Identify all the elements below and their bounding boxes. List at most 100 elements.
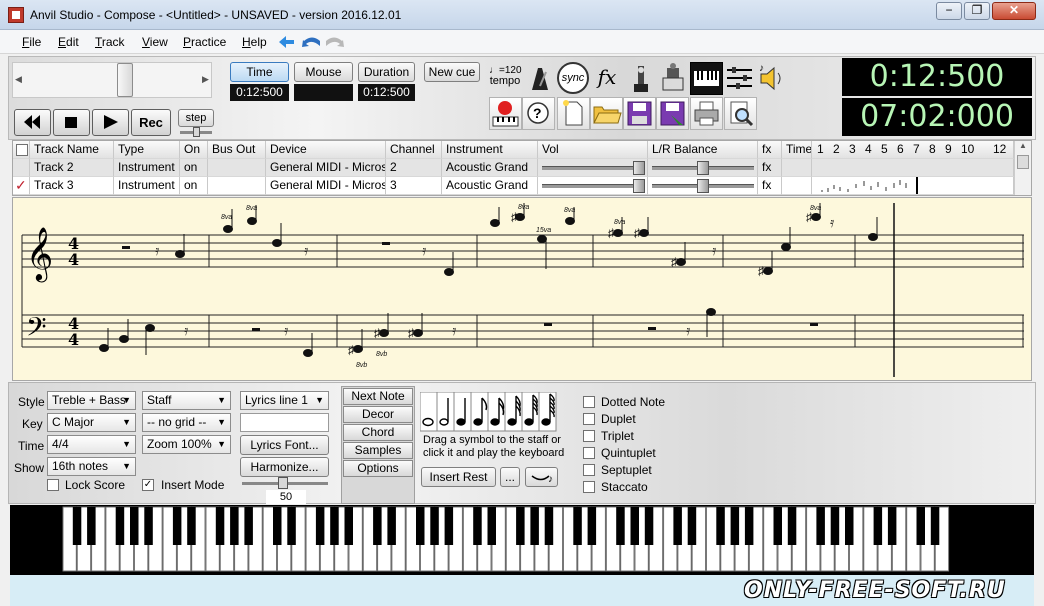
- black-key[interactable]: [115, 507, 125, 545]
- col-vol[interactable]: Vol: [538, 141, 648, 159]
- music-staff[interactable]: 𝄞 𝄢 4 4 4 4 𝄿 𝄿 𝄿 𝄿 𝄿 ♯♯ ♯ ♯♯♯ ♯♯ ♯ 8va …: [12, 197, 1032, 381]
- time-signature-select[interactable]: 4/4 ▼: [47, 435, 136, 454]
- scroll-left-icon[interactable]: ◀: [15, 74, 22, 85]
- dotted-note-checkbox[interactable]: [583, 396, 595, 408]
- black-key[interactable]: [845, 507, 854, 545]
- decor-tab[interactable]: Decor: [343, 406, 413, 423]
- volume-slider-knob[interactable]: [633, 179, 645, 193]
- black-key[interactable]: [430, 507, 439, 545]
- black-key[interactable]: [916, 507, 926, 545]
- insert-rest-button[interactable]: Insert Rest: [421, 467, 496, 487]
- black-key[interactable]: [187, 507, 196, 545]
- time-button[interactable]: Time: [230, 62, 289, 82]
- balance-slider-knob[interactable]: [697, 179, 709, 193]
- grid-select[interactable]: -- no grid -- ▼: [142, 413, 231, 432]
- black-key[interactable]: [130, 507, 139, 545]
- quintuplet-checkbox[interactable]: [583, 447, 595, 459]
- sliders-button[interactable]: [723, 62, 756, 95]
- keyboard-button[interactable]: [690, 62, 723, 95]
- minimize-button[interactable]: −: [936, 2, 962, 20]
- select-all-checkbox[interactable]: [16, 144, 28, 156]
- track-type-cell[interactable]: Instrument: [114, 177, 180, 195]
- black-key[interactable]: [87, 507, 96, 545]
- col-type[interactable]: Type: [114, 141, 180, 159]
- track-bus-cell[interactable]: [208, 159, 266, 177]
- sync-button[interactable]: sync: [557, 62, 589, 94]
- note-symbols[interactable]: [419, 391, 560, 432]
- black-key[interactable]: [730, 507, 740, 545]
- black-key[interactable]: [387, 507, 396, 545]
- track-volume-cell[interactable]: [538, 159, 648, 177]
- step-slider-knob[interactable]: [193, 127, 200, 137]
- undo-icon[interactable]: [302, 37, 320, 48]
- select-all-checkbox-cell[interactable]: [13, 141, 30, 159]
- band-button[interactable]: [657, 62, 690, 95]
- black-key[interactable]: [544, 507, 554, 545]
- fx-button[interactable]: fx: [592, 62, 622, 94]
- black-key[interactable]: [816, 507, 825, 545]
- col-time[interactable]: Time: [782, 141, 812, 159]
- track-device-cell[interactable]: General MIDI - Microso: [266, 177, 386, 195]
- track-bus-cell[interactable]: [208, 177, 266, 195]
- chord-tab[interactable]: Chord: [343, 424, 413, 441]
- time-ruler[interactable]: 1 2 3 4 5 6 7 8 9 10 12: [812, 141, 1014, 159]
- track-instrument-cell[interactable]: Acoustic Grand: [442, 159, 538, 177]
- black-key[interactable]: [687, 507, 697, 545]
- black-key[interactable]: [444, 507, 454, 545]
- style-select[interactable]: Treble + Bass ▼: [47, 391, 136, 410]
- volume-slider[interactable]: [542, 166, 644, 170]
- new-cue-button[interactable]: New cue: [424, 62, 480, 82]
- black-key[interactable]: [487, 507, 497, 545]
- rewind-button[interactable]: [14, 109, 51, 136]
- track-scroll-thumb[interactable]: [1017, 155, 1029, 169]
- more-rests-button[interactable]: ...: [500, 467, 520, 487]
- open-folder-button[interactable]: [590, 97, 623, 130]
- next-note-tab[interactable]: Next Note: [343, 388, 413, 405]
- mouse-button[interactable]: Mouse: [294, 62, 353, 82]
- staccato-checkbox[interactable]: [583, 481, 595, 493]
- track-on-cell[interactable]: on: [180, 177, 208, 195]
- help-button[interactable]: ?: [522, 97, 555, 130]
- black-key[interactable]: [230, 507, 239, 545]
- col-on[interactable]: On: [180, 141, 208, 159]
- menu-help[interactable]: Help: [242, 35, 267, 49]
- black-key[interactable]: [787, 507, 797, 545]
- lyrics-line-select[interactable]: Lyrics line 1 ▼: [240, 391, 329, 410]
- black-key[interactable]: [744, 507, 754, 545]
- black-key[interactable]: [172, 507, 182, 545]
- black-key[interactable]: [416, 507, 425, 545]
- volume-slider-knob[interactable]: [633, 161, 645, 175]
- black-key[interactable]: [144, 507, 153, 545]
- black-key[interactable]: [315, 507, 325, 545]
- black-key[interactable]: [72, 507, 82, 545]
- black-key[interactable]: [244, 507, 253, 545]
- piano-keyboard[interactable]: [10, 505, 1034, 575]
- col-channel[interactable]: Channel: [386, 141, 442, 159]
- track-on-cell[interactable]: on: [180, 159, 208, 177]
- track-balance-cell[interactable]: [648, 159, 758, 177]
- key-select[interactable]: C Major ▼: [47, 413, 136, 432]
- track-type-cell[interactable]: Instrument: [114, 159, 180, 177]
- harmonize-button[interactable]: Harmonize...: [240, 457, 329, 477]
- menu-track[interactable]: Track: [95, 35, 125, 49]
- track-fx-cell[interactable]: fx: [758, 159, 782, 177]
- save-as-button[interactable]: [656, 97, 689, 130]
- track-name-cell[interactable]: Track 2: [30, 159, 114, 177]
- track-list-scrollbar[interactable]: ▲: [1014, 141, 1031, 195]
- scroll-right-icon[interactable]: ▶: [202, 74, 209, 85]
- lyrics-input[interactable]: [240, 413, 329, 432]
- black-key[interactable]: [287, 507, 296, 545]
- step-button[interactable]: step: [178, 109, 214, 127]
- redo-icon[interactable]: [326, 37, 344, 48]
- col-fx[interactable]: fx: [758, 141, 782, 159]
- scroll-thumb[interactable]: [117, 63, 133, 97]
- menu-view[interactable]: View: [142, 35, 168, 49]
- menu-file[interactable]: File: [22, 35, 41, 49]
- balance-slider-knob[interactable]: [697, 161, 709, 175]
- scroll-up-icon[interactable]: ▲: [1015, 141, 1031, 150]
- duplet-checkbox[interactable]: [583, 413, 595, 425]
- black-key[interactable]: [873, 507, 883, 545]
- track-channel-cell[interactable]: 2: [386, 159, 442, 177]
- col-instrument[interactable]: Instrument: [442, 141, 538, 159]
- speaker-button[interactable]: ♪: [757, 62, 790, 95]
